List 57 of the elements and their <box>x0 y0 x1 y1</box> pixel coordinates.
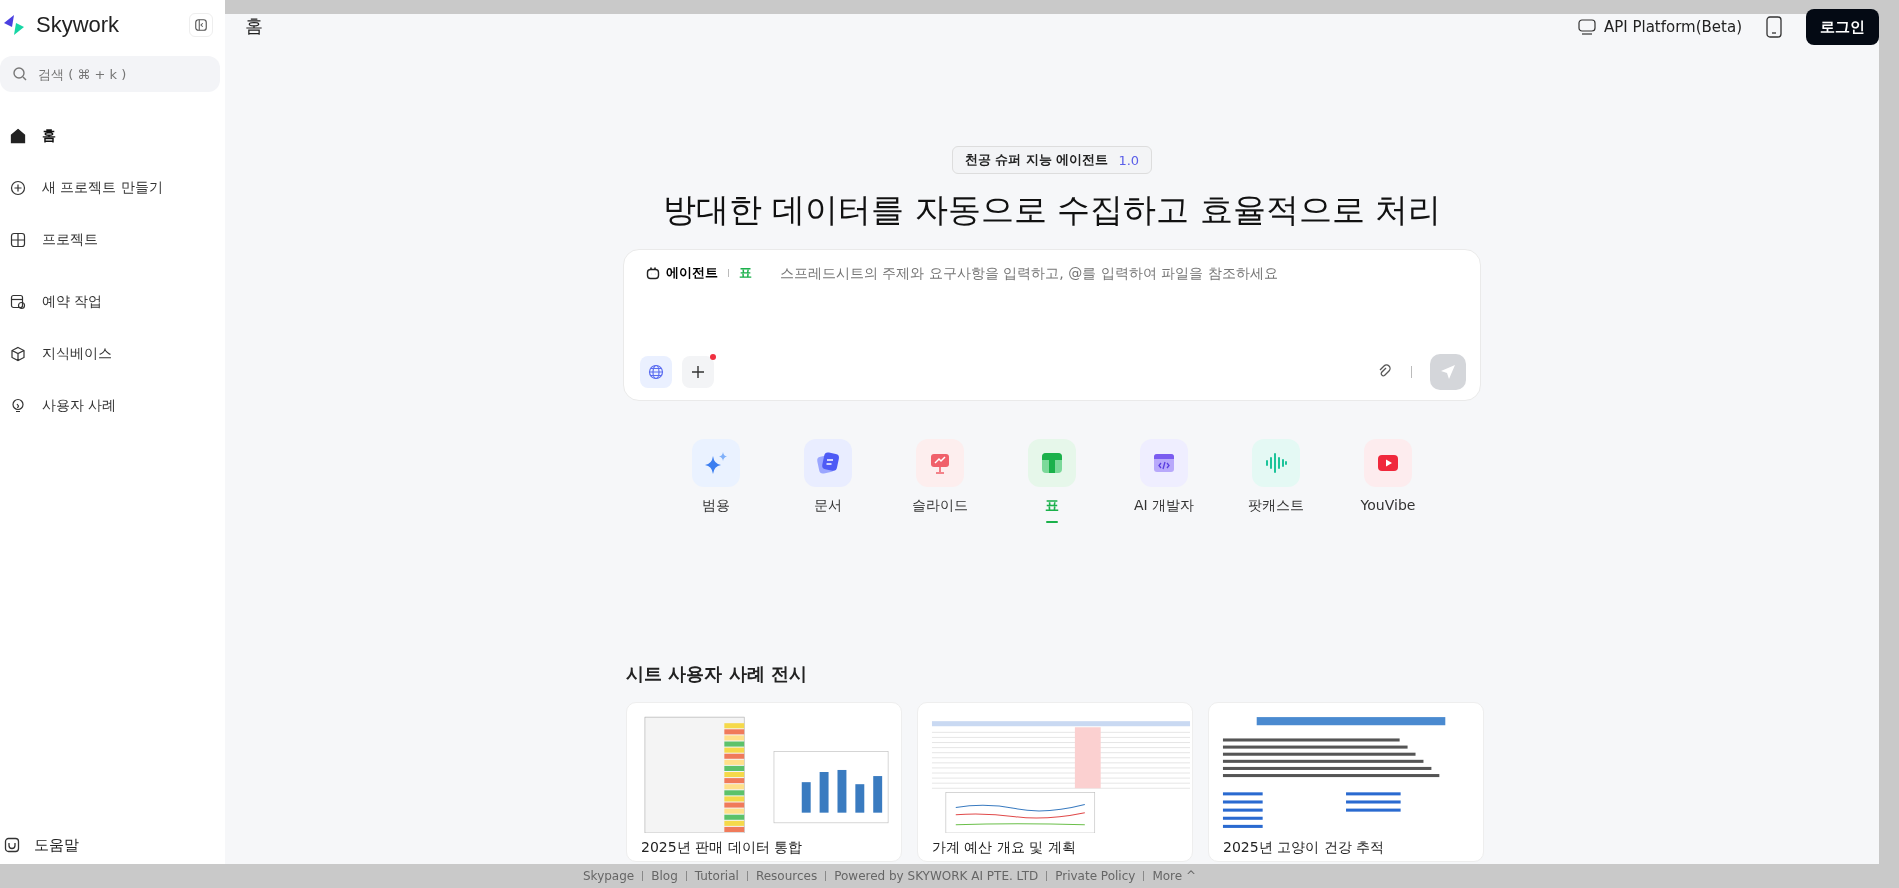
tool-tab[interactable]: 팟캐스트 <box>1246 439 1306 523</box>
mobile-phone-icon[interactable] <box>1766 16 1782 38</box>
page-title: 홈 <box>245 14 263 38</box>
sidebar-item[interactable]: 새 프로젝트 만들기 <box>0 170 213 206</box>
login-button[interactable]: 로그인 <box>1806 9 1879 45</box>
plus-icon <box>691 365 705 379</box>
lightbulb-icon <box>10 398 26 414</box>
tool-tab[interactable]: YouVibe <box>1358 439 1418 523</box>
collapse-sidebar-button[interactable] <box>189 13 213 37</box>
sidebar-item[interactable]: 사용자 사례 <box>0 388 213 424</box>
sidebar-item[interactable]: 지식베이스 <box>0 336 213 372</box>
robot-icon <box>646 266 660 280</box>
agent-button[interactable]: 에이전트 <box>646 264 718 282</box>
badge-label: 천공 슈퍼 지능 에이전트 <box>964 151 1109 169</box>
add-button[interactable] <box>682 356 714 388</box>
cube-icon <box>10 346 26 362</box>
headline: 방대한 데이터를 자동으로 수집하고 효율적으로 처리 <box>662 189 1442 231</box>
document-icon <box>815 450 841 476</box>
web-search-button[interactable] <box>640 356 672 388</box>
home-icon <box>10 128 26 144</box>
prompt-input[interactable]: 스프레드시트의 주제와 요구사항을 입력하고, @를 입력하여 파일을 참조하세요 <box>778 264 1466 282</box>
tool-tab[interactable]: 슬라이드 <box>910 439 970 523</box>
use-case-card[interactable]: 2025년 판매 데이터 통합 <box>626 702 902 862</box>
grid-icon <box>10 232 26 248</box>
card-title: 2025년 판매 데이터 통합 <box>640 838 803 857</box>
card-title: 가계 예산 개요 및 계획 <box>931 838 1077 857</box>
brand-name: Skywork <box>36 12 121 38</box>
footer-link[interactable]: Private Policy <box>1055 869 1136 883</box>
search-field[interactable]: 검색 ( ⌘ + k ) <box>0 56 220 92</box>
use-case-card[interactable]: 2025년 고양이 건강 추적 <box>1208 702 1484 862</box>
api-platform-link[interactable]: API Platform(Beta) <box>1577 18 1742 36</box>
tool-tab[interactable]: 범용 <box>686 439 746 523</box>
footer-link[interactable]: More ^ <box>1152 869 1196 883</box>
footer-link[interactable]: Powered by SKYWORK AI PTE. LTD <box>834 869 1039 883</box>
sidebar-item[interactable]: 홈 <box>0 118 213 154</box>
section-title: 시트 사용자 사례 전시 <box>626 662 808 686</box>
footer-link[interactable]: Blog <box>651 869 678 883</box>
footer-link[interactable]: Skypage <box>583 869 635 883</box>
sound-wave-icon <box>1263 450 1289 476</box>
help-item[interactable]: 도움말 <box>0 830 213 860</box>
globe-icon <box>648 364 664 380</box>
tool-tab[interactable]: AI 개발자 <box>1134 439 1194 523</box>
send-icon <box>1440 364 1456 380</box>
sidebar-item[interactable]: 예약 작업 <box>0 284 213 320</box>
calendar-clock-icon <box>10 294 26 310</box>
footer-link[interactable]: Tutorial <box>694 869 739 883</box>
footer-link[interactable]: Resources <box>755 869 818 883</box>
api-icon <box>1577 19 1596 35</box>
use-case-card[interactable]: 가계 예산 개요 및 계획 <box>917 702 1193 862</box>
tool-tab[interactable]: 문서 <box>798 439 858 523</box>
version-label: 1.0 <box>1118 152 1140 168</box>
card-title: 2025년 고양이 건강 추적 <box>1222 838 1385 857</box>
sidebar-item[interactable]: 프로젝트 <box>0 222 213 258</box>
help-icon <box>4 837 20 853</box>
sidebar-toggle-icon <box>194 18 208 32</box>
plus-circle-icon <box>10 180 26 196</box>
spreadsheet-icon <box>1039 450 1065 476</box>
